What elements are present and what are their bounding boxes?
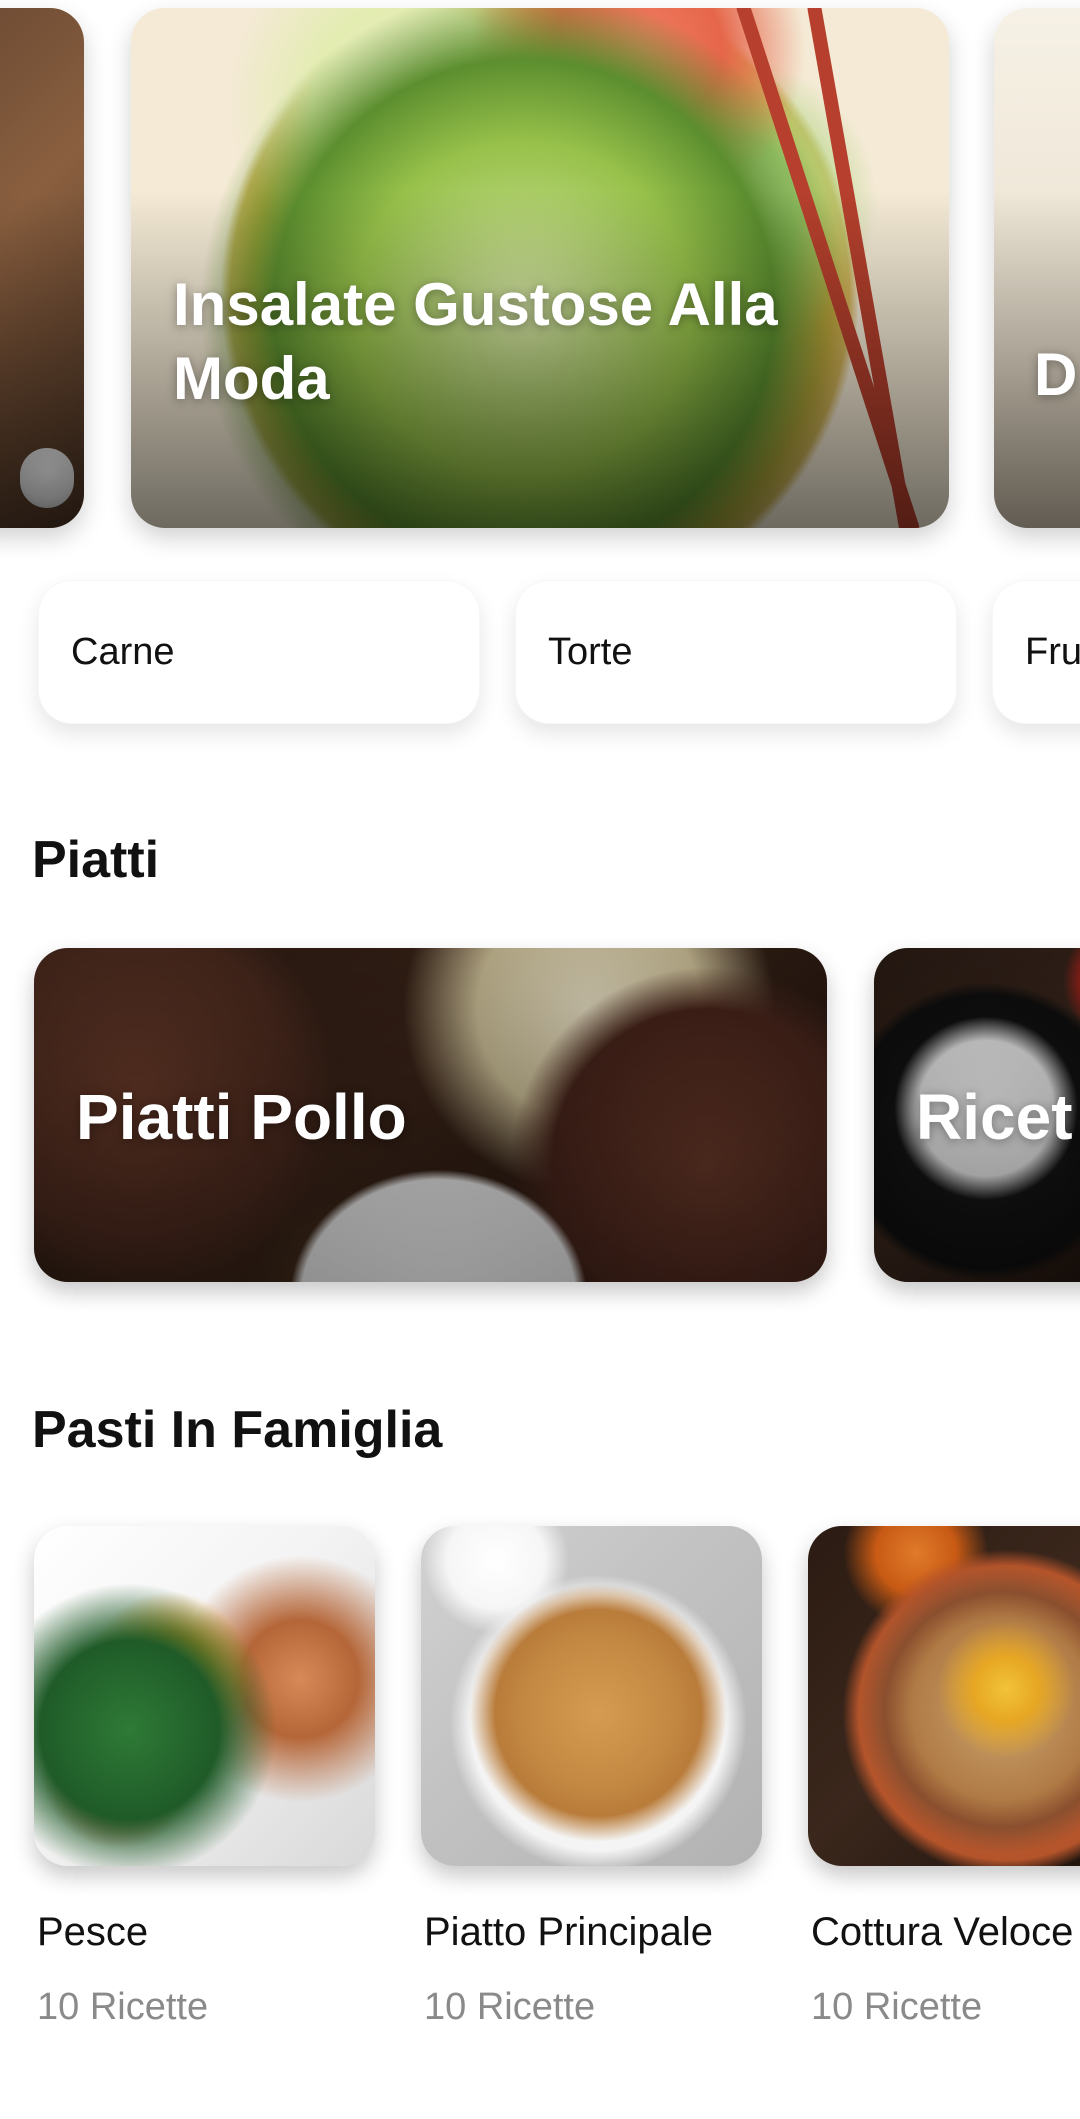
family-meal-count: 10 Ricette [37, 1986, 209, 2028]
recipes-home: Insalate Gustose Alla Moda D Carne Torte… [0, 0, 1080, 2119]
category-chip-label: Torte [548, 630, 633, 673]
category-chip-label: Carne [71, 630, 175, 673]
dish-card-title: Piatti Pollo [76, 1081, 407, 1153]
family-meal-card-piatto-principale[interactable] [421, 1526, 762, 1866]
family-meal-name: Piatto Principale [424, 1910, 714, 1954]
featured-card-title: D [1034, 341, 1078, 408]
family-meal-name: Cottura Veloce [811, 1910, 1074, 1954]
featured-card-title: Insalate Gustose Alla Moda [173, 271, 778, 412]
category-chip-frutta[interactable]: Fru [992, 580, 1080, 724]
featured-card-next[interactable]: D [994, 8, 1080, 528]
featured-card-shade [0, 8, 84, 528]
family-meal-card-pesce[interactable] [34, 1526, 375, 1866]
featured-card-shade [994, 8, 1080, 528]
dish-card-ricette[interactable]: Ricet [874, 948, 1080, 1282]
category-chip-label: Fru [1025, 630, 1080, 673]
category-chip-carne[interactable]: Carne [38, 580, 480, 724]
family-meal-name: Pesce [37, 1910, 149, 1954]
featured-card-insalate[interactable]: Insalate Gustose Alla Moda [131, 8, 949, 528]
family-meal-card-cottura-veloce[interactable] [808, 1526, 1080, 1866]
family-meal-count: 10 Ricette [811, 1986, 983, 2028]
family-meal-count: 10 Ricette [424, 1986, 596, 2028]
section-title-piatti: Piatti [32, 831, 160, 889]
featured-card-previous[interactable] [0, 8, 84, 528]
dish-card-title: Ricet [916, 1081, 1073, 1153]
dish-card-piatti-pollo[interactable]: Piatti Pollo [34, 948, 827, 1282]
category-chip-torte[interactable]: Torte [515, 580, 957, 724]
section-title-pasti-in-famiglia: Pasti In Famiglia [32, 1401, 443, 1459]
